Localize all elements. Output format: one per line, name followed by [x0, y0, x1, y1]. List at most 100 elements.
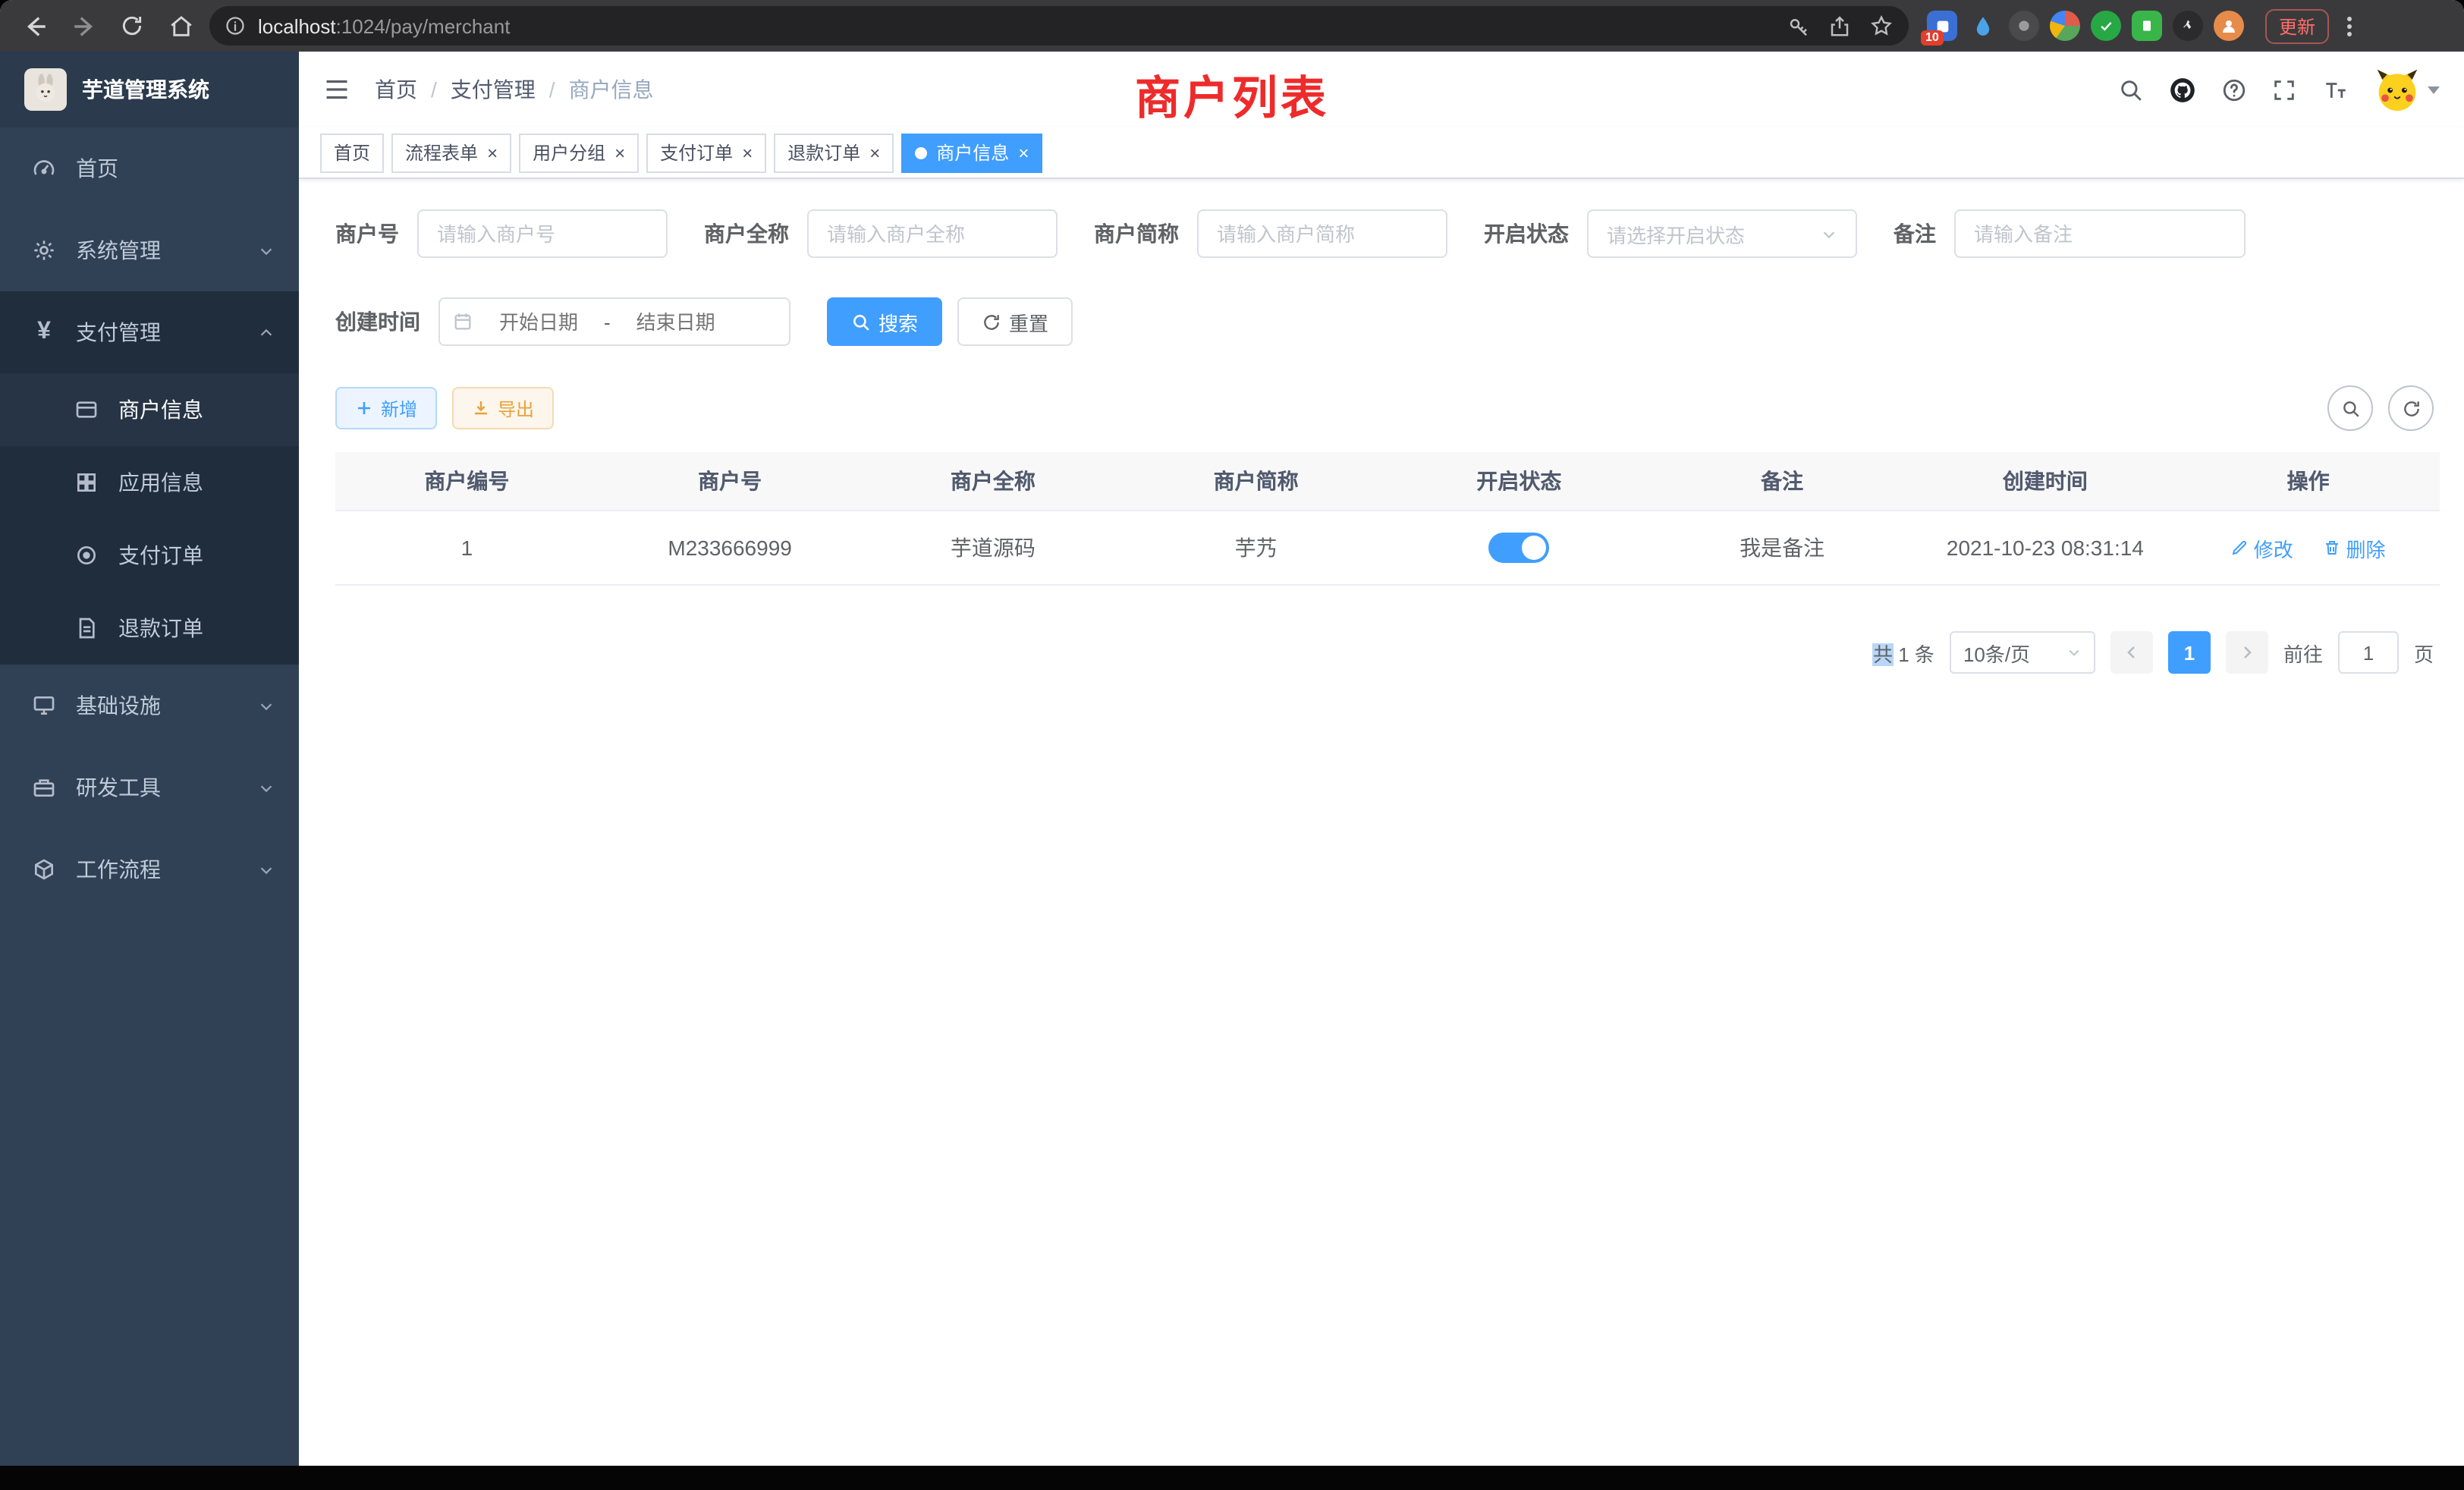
help-icon[interactable]: [2221, 77, 2247, 102]
sidebar-item-system[interactable]: 系统管理: [0, 209, 299, 291]
share-icon[interactable]: [1828, 14, 1851, 37]
sidebar-item-home[interactable]: 首页: [0, 127, 299, 209]
goto-page-input[interactable]: [2338, 631, 2399, 674]
yen-icon: ¥: [30, 320, 58, 344]
full-name-input[interactable]: [807, 209, 1058, 258]
site-info-icon[interactable]: [225, 15, 246, 36]
sidebar-item-merchant-info[interactable]: 商户信息: [0, 373, 299, 446]
tab-merchant-info[interactable]: 商户信息 ×: [901, 133, 1042, 172]
forward-button[interactable]: [64, 6, 103, 46]
github-icon[interactable]: [2168, 75, 2197, 104]
extension-drop-icon[interactable]: [1968, 11, 1998, 41]
create-time-range-picker[interactable]: -: [438, 297, 790, 346]
update-button[interactable]: 更新: [2265, 8, 2329, 43]
search-icon: [2340, 398, 2360, 418]
chevron-down-icon: [258, 242, 275, 259]
browser-chrome: localhost:1024/pay/merchant 10: [0, 0, 2464, 52]
close-icon[interactable]: ×: [487, 143, 498, 162]
sidebar-item-infrastructure[interactable]: 基础设施: [0, 665, 299, 747]
extension-avatar-icon[interactable]: [2050, 11, 2080, 41]
user-avatar[interactable]: [2374, 67, 2440, 112]
close-icon[interactable]: ×: [614, 143, 625, 162]
tags-view: 首页 流程表单 × 用户分组 × 支付订单 × 退款订单 ×: [299, 127, 2464, 179]
page-unit-label: 页: [2414, 638, 2434, 667]
chevron-down-icon: [258, 779, 275, 796]
extension-notes-icon[interactable]: [2132, 11, 2162, 41]
extension-puzzle-icon[interactable]: 10: [1927, 11, 1957, 41]
remark-input[interactable]: [1954, 209, 2246, 258]
tab-user-group[interactable]: 用户分组 ×: [519, 133, 639, 172]
sidebar-item-workflow[interactable]: 工作流程: [0, 828, 299, 910]
reload-button[interactable]: [112, 6, 152, 46]
extension-badge: 10: [1921, 30, 1944, 46]
breadcrumb: 首页 / 支付管理 / 商户信息: [375, 74, 654, 105]
toggle-search-button[interactable]: [2327, 385, 2373, 431]
merchant-card-icon: [73, 398, 100, 422]
url-bar[interactable]: localhost:1024/pay/merchant: [209, 6, 1909, 46]
prev-page-button[interactable]: [2110, 631, 2153, 674]
breadcrumb-current: 商户信息: [569, 74, 654, 105]
sidebar-toggle-button[interactable]: [323, 76, 350, 103]
cell-merchant-id: 1: [335, 511, 599, 585]
profile-avatar-icon[interactable]: [2214, 11, 2244, 41]
app-logo[interactable]: 芋道管理系统: [0, 52, 299, 127]
sidebar-item-pay-management[interactable]: ¥ 支付管理: [0, 291, 299, 373]
close-icon[interactable]: ×: [742, 143, 753, 162]
merchant-no-input[interactable]: [417, 209, 668, 258]
delete-button[interactable]: 删除: [2324, 533, 2386, 562]
browser-menu-icon[interactable]: [2347, 16, 2352, 36]
tab-pay-order[interactable]: 支付订单 ×: [646, 133, 766, 172]
refresh-icon: [982, 312, 1001, 332]
cell-short-name: 芋艿: [1124, 511, 1388, 585]
start-date-input[interactable]: [479, 310, 598, 333]
fullscreen-icon[interactable]: [2271, 77, 2297, 102]
sidebar-item-refund-order[interactable]: 退款订单: [0, 592, 299, 665]
status-toggle[interactable]: [1488, 533, 1549, 563]
short-name-input[interactable]: [1197, 209, 1447, 258]
page-number-1[interactable]: 1: [2168, 631, 2211, 674]
add-button[interactable]: 新增: [335, 387, 437, 429]
refresh-table-button[interactable]: [2388, 385, 2434, 431]
search-button[interactable]: 搜索: [827, 297, 942, 346]
short-name-label: 商户简称: [1094, 218, 1179, 249]
bookmark-star-icon[interactable]: [1869, 14, 1894, 38]
tab-home[interactable]: 首页: [320, 133, 384, 172]
page-content: 商户号 商户全称 商户简称 开启状态 请选择开启状态: [299, 179, 2464, 1466]
chevron-down-icon: [1821, 225, 1837, 242]
export-button[interactable]: 导出: [452, 387, 554, 429]
tab-process-form[interactable]: 流程表单 ×: [391, 133, 511, 172]
extension-pin-icon[interactable]: [2173, 11, 2203, 41]
pagination: 共 1 条 10条/页 1 前往 页: [317, 631, 2434, 674]
sidebar: 芋道管理系统 首页 系统管理 ¥ 支付管理: [0, 52, 299, 1466]
sidebar-item-app-info[interactable]: 应用信息: [0, 446, 299, 519]
status-select[interactable]: 请选择开启状态: [1587, 209, 1857, 258]
breadcrumb-home[interactable]: 首页: [375, 74, 417, 105]
url-text[interactable]: localhost:1024/pay/merchant: [258, 14, 1775, 37]
chevron-down-icon: [2066, 645, 2082, 660]
col-merchant-id: 商户编号: [335, 452, 599, 511]
tab-refund-order[interactable]: 退款订单 ×: [774, 133, 894, 172]
home-button[interactable]: [161, 6, 200, 46]
close-icon[interactable]: ×: [869, 143, 880, 162]
back-button[interactable]: [15, 6, 55, 46]
font-size-icon[interactable]: [2321, 77, 2350, 102]
close-icon[interactable]: ×: [1018, 143, 1029, 162]
extension-dark-circle-icon[interactable]: [2009, 11, 2039, 41]
page-size-select[interactable]: 10条/页: [1950, 631, 2095, 674]
header-search-icon[interactable]: [2118, 77, 2144, 102]
end-date-input[interactable]: [617, 310, 735, 333]
extension-green-circle-icon[interactable]: [2091, 11, 2121, 41]
screen: localhost:1024/pay/merchant 10: [0, 0, 2464, 1490]
pikachu-avatar-icon: [2374, 67, 2420, 112]
edit-button[interactable]: 修改: [2231, 533, 2293, 562]
chevron-down-icon: [258, 697, 275, 714]
sidebar-item-dev-tools[interactable]: 研发工具: [0, 747, 299, 828]
breadcrumb-pay[interactable]: 支付管理: [451, 74, 536, 105]
sidebar-item-pay-order[interactable]: 支付订单: [0, 519, 299, 592]
gear-icon: [30, 238, 58, 262]
reset-button[interactable]: 重置: [957, 297, 1073, 346]
merchant-table: 商户编号 商户号 商户全称 商户简称 开启状态 备注 创建时间 操作 1: [335, 452, 2440, 586]
col-short-name: 商户简称: [1124, 452, 1388, 511]
password-key-icon[interactable]: [1787, 14, 1810, 37]
next-page-button[interactable]: [2226, 631, 2268, 674]
